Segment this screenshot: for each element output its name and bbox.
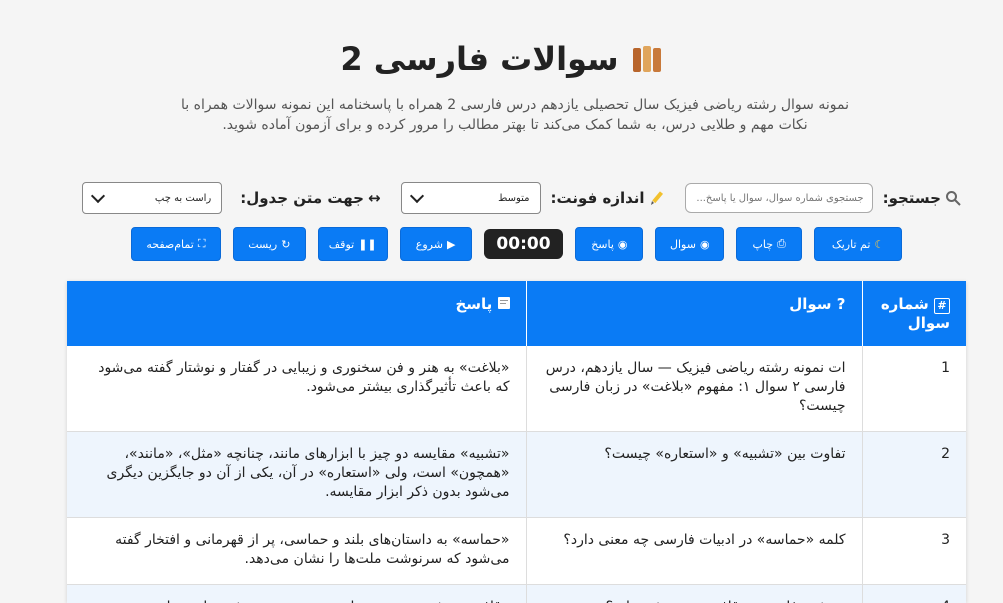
eye-icon: ◉	[699, 237, 710, 251]
row-answer: «قافیه» نقش مهمی در زیبایی و موزون بودن …	[67, 584, 526, 603]
dark-mode-label: تم تاریک	[831, 237, 871, 251]
table-row: 2 تفاوت بین «تشبیه» و «استعاره» چیست؟ «ت…	[67, 431, 966, 518]
question-mark-icon: ?	[836, 295, 846, 313]
header-answer-label: پاسخ	[455, 295, 493, 313]
direction-select-value: راست به چپ	[154, 192, 212, 204]
qa-table: # شماره سوال ? سوال پاسخ 1 ات نمونه رشته…	[67, 281, 966, 603]
chevron-down-icon	[409, 188, 424, 204]
toolbar: ☾ تم تاریک ⎙ چاپ ◉ سوال ◉ پاسخ 00:00 ▶ ش…	[131, 226, 902, 262]
printer-icon: ⎙	[777, 237, 786, 250]
answer-button-label: پاسخ	[591, 237, 614, 251]
question-button-label: سوال	[669, 237, 696, 251]
row-number: 1	[861, 346, 966, 432]
search-input[interactable]	[684, 183, 873, 213]
eye-icon: ◉	[617, 237, 628, 251]
search-label: جستجو:	[882, 189, 941, 207]
row-question: در شعر فارسی، «قافیه» چه نقشی دارد؟	[525, 584, 862, 603]
font-size-label-group: اندازه فونت:	[551, 189, 665, 207]
reset-label: ریست	[248, 237, 278, 251]
hash-icon: #	[934, 298, 950, 314]
books-icon	[629, 44, 663, 74]
show-answer-button[interactable]: ◉ پاسخ	[575, 227, 644, 261]
row-number: 4	[861, 584, 966, 603]
search-icon	[946, 191, 961, 206]
moon-icon: ☾	[874, 237, 885, 251]
row-answer: «تشبیه» مقایسه دو چیز با ابزارهای مانند،…	[67, 431, 526, 518]
chevron-down-icon	[91, 188, 106, 204]
qa-table-container: # شماره سوال ? سوال پاسخ 1 ات نمونه رشته…	[67, 281, 966, 603]
table-row: 4 در شعر فارسی، «قافیه» چه نقشی دارد؟ «ق…	[67, 584, 966, 603]
direction-label-group: ↔ جهت متن جدول:	[240, 189, 380, 207]
fullscreen-button[interactable]: ⛶ تمام‌صفحه	[131, 227, 221, 261]
memo-icon	[497, 297, 510, 309]
reset-button[interactable]: ↻ ریست	[232, 227, 306, 261]
direction-select[interactable]: راست به چپ	[82, 182, 223, 214]
font-size-select-value: متوسط	[498, 192, 530, 204]
reset-icon: ↻	[281, 237, 291, 251]
table-header-row: # شماره سوال ? سوال پاسخ	[67, 281, 966, 346]
row-number: 3	[861, 517, 966, 585]
page-title: سوالات فارسی 2	[340, 40, 619, 78]
controls-row: جستجو: اندازه فونت: متوسط ↔ جهت متن جدول…	[76, 181, 961, 215]
dark-mode-button[interactable]: ☾ تم تاریک	[814, 227, 902, 261]
page-description: نمونه سوال رشته ریاضی فیزیک سال تحصیلی ی…	[181, 97, 849, 133]
pencil-icon	[650, 191, 663, 205]
font-size-select[interactable]: متوسط	[400, 182, 541, 214]
print-label: چاپ	[752, 237, 774, 251]
pause-icon: ❚❚	[358, 237, 377, 251]
fullscreen-icon: ⛶	[197, 237, 206, 250]
row-question: کلمه «حماسه» در ادبیات فارسی چه معنی دار…	[525, 517, 862, 585]
pause-button[interactable]: ❚❚ توقف	[317, 227, 388, 261]
direction-label: جهت متن جدول:	[240, 189, 364, 207]
left-right-arrow-icon: ↔	[367, 189, 381, 207]
header-number[interactable]: # شماره سوال	[861, 281, 966, 346]
table-row: 3 کلمه «حماسه» در ادبیات فارسی چه معنی د…	[67, 517, 966, 585]
row-answer: «حماسه» به داستان‌های بلند و حماسی، پر ا…	[67, 517, 526, 585]
show-question-button[interactable]: ◉ سوال	[655, 227, 725, 261]
row-question: تفاوت بین «تشبیه» و «استعاره» چیست؟	[525, 431, 862, 518]
timer-display: 00:00	[483, 229, 564, 259]
row-number: 2	[861, 431, 966, 518]
fullscreen-label: تمام‌صفحه	[146, 237, 194, 251]
row-question: ات نمونه رشته ریاضی فیزیک — سال یازدهم، …	[525, 346, 862, 432]
print-button[interactable]: ⎙ چاپ	[736, 227, 803, 261]
search-label-group: جستجو:	[883, 189, 961, 207]
page-title-container: سوالات فارسی 2	[0, 40, 1003, 78]
pause-label: توقف	[328, 237, 355, 251]
header-question-label: سوال	[789, 295, 832, 313]
play-icon: ▶	[446, 237, 456, 251]
header-answer[interactable]: پاسخ	[67, 281, 526, 346]
row-answer: «بلاغت» به هنر و فن سخنوری و زیبایی در گ…	[67, 346, 526, 432]
start-button[interactable]: ▶ شروع	[399, 227, 472, 261]
header-question[interactable]: ? سوال	[525, 281, 862, 346]
font-size-label: اندازه فونت:	[550, 189, 645, 207]
start-label: شروع	[415, 237, 443, 251]
table-row: 1 ات نمونه رشته ریاضی فیزیک — سال یازدهم…	[67, 346, 966, 432]
